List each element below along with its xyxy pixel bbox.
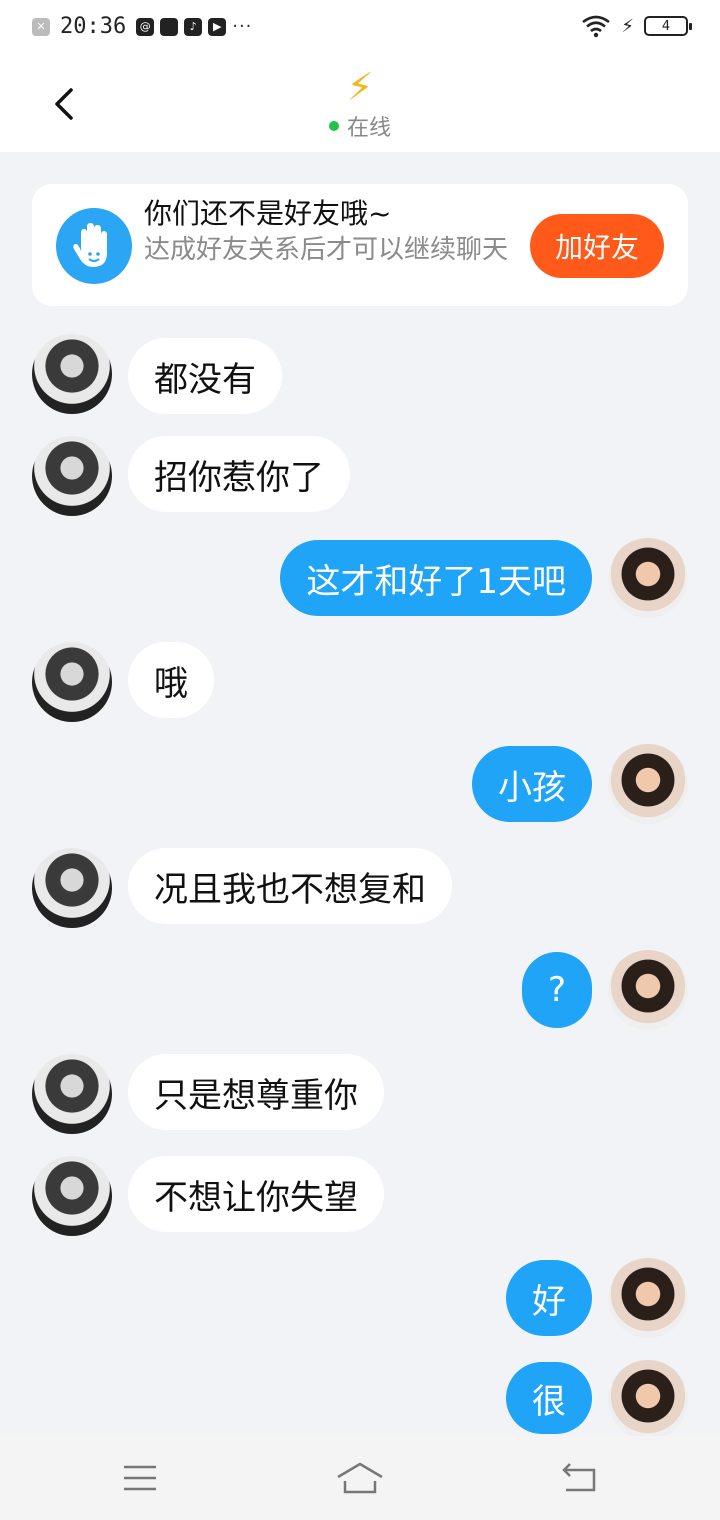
message-bubble-incoming[interactable]: 招你惹你了 bbox=[128, 436, 350, 512]
home-icon bbox=[337, 1462, 383, 1494]
add-friend-button[interactable]: 加好友 bbox=[530, 214, 664, 278]
status-time: 20:36 bbox=[60, 14, 127, 39]
message-bubble-outgoing[interactable]: 很 bbox=[506, 1362, 592, 1434]
more-notifications-icon: ··· bbox=[232, 16, 253, 37]
my-avatar[interactable] bbox=[608, 1360, 688, 1440]
message-bubble-outgoing[interactable]: 好 bbox=[506, 1260, 592, 1336]
my-avatar[interactable] bbox=[608, 538, 688, 618]
return-icon bbox=[562, 1463, 596, 1492]
message-bubble-incoming[interactable]: 况且我也不想复和 bbox=[128, 848, 452, 924]
message-bubble-incoming[interactable]: 不想让你失望 bbox=[128, 1156, 384, 1232]
message-bubble-outgoing[interactable]: ? bbox=[521, 952, 592, 1028]
contact-avatar[interactable] bbox=[32, 334, 112, 414]
menu-icon bbox=[124, 1465, 156, 1491]
battery-level: 4 bbox=[661, 18, 671, 34]
wifi-icon bbox=[582, 15, 611, 38]
charging-icon: ⚡ bbox=[621, 15, 634, 37]
banner-subtitle: 达成好友关系后才可以继续聊天 bbox=[144, 235, 509, 265]
contact-avatar[interactable] bbox=[32, 642, 112, 722]
contact-avatar[interactable] bbox=[32, 1054, 112, 1134]
my-avatar[interactable] bbox=[608, 744, 688, 824]
contact-avatar[interactable] bbox=[32, 436, 112, 516]
online-status: 在线 bbox=[0, 110, 720, 142]
tiktok-icon: ♪ bbox=[184, 17, 203, 36]
message-bubble-incoming[interactable]: 哦 bbox=[128, 642, 214, 718]
battery-icon: 4 bbox=[644, 16, 692, 36]
home-button[interactable] bbox=[330, 1454, 390, 1502]
status-bar: ✕ 20:36 @ ♪ ▶ ··· ⚡ 4 bbox=[0, 0, 720, 56]
email-app-icon: @ bbox=[136, 17, 155, 36]
message-bubble-incoming[interactable]: 只是想尊重你 bbox=[128, 1054, 384, 1130]
system-nav-bar bbox=[0, 1436, 720, 1520]
wave-hand-icon bbox=[56, 208, 132, 284]
close-notification-icon: ✕ bbox=[32, 17, 50, 36]
contact-avatar[interactable] bbox=[32, 1156, 112, 1236]
video-play-icon: ▶ bbox=[208, 17, 227, 36]
message-bubble-outgoing[interactable]: 这才和好了1天吧 bbox=[280, 540, 592, 616]
contact-avatar[interactable] bbox=[32, 848, 112, 928]
chat-header: ⚡ 在线 bbox=[0, 56, 720, 152]
online-status-text: 在线 bbox=[346, 116, 391, 141]
banner-title: 你们还不是好友哦~ bbox=[144, 197, 392, 230]
back-nav-button[interactable] bbox=[550, 1454, 610, 1502]
my-avatar[interactable] bbox=[608, 950, 688, 1030]
app-icon bbox=[160, 17, 179, 36]
message-bubble-incoming[interactable]: 都没有 bbox=[128, 338, 282, 414]
my-avatar[interactable] bbox=[608, 1258, 688, 1338]
lightning-bolt-icon: ⚡ bbox=[346, 65, 374, 109]
message-bubble-outgoing[interactable]: 小孩 bbox=[472, 746, 592, 822]
menu-button[interactable] bbox=[110, 1454, 170, 1502]
not-friends-banner: 你们还不是好友哦~ 达成好友关系后才可以继续聊天 加好友 bbox=[32, 184, 688, 306]
online-dot-icon bbox=[328, 121, 339, 131]
